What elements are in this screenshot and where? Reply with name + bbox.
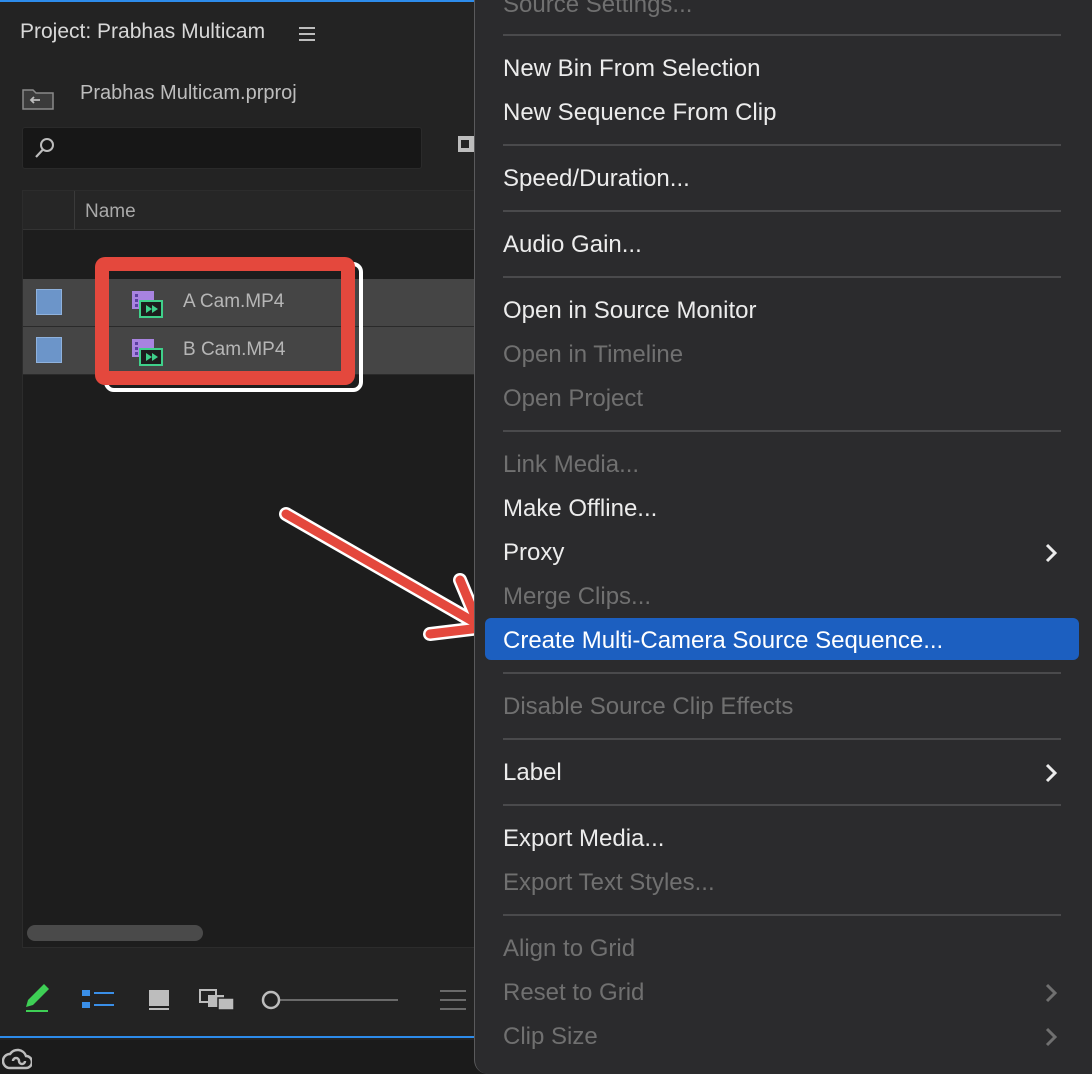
label-color-chip [36, 337, 62, 363]
menu-item-open-in-timeline[interactable]: Open in Timeline [503, 335, 683, 375]
icon-view-icon[interactable] [148, 988, 170, 1012]
menu-item-merge-clips[interactable]: Merge Clips... [503, 577, 651, 617]
search-input[interactable] [22, 127, 422, 169]
freeform-view-icon[interactable] [199, 988, 237, 1012]
menu-separator [503, 804, 1061, 806]
panel-focus-line [0, 1036, 480, 1038]
menu-item-disable-source-clip-effects[interactable]: Disable Source Clip Effects [503, 687, 793, 727]
menu-item-export-media[interactable]: Export Media... [503, 819, 664, 859]
menu-separator [503, 144, 1061, 146]
panel-focus-line [0, 0, 480, 2]
chevron-right-icon [1045, 1027, 1058, 1047]
bin-name: Prabhas Multicam.prproj [80, 82, 297, 104]
menu-item-export-text-styles[interactable]: Export Text Styles... [503, 863, 715, 903]
pencil-icon[interactable] [22, 980, 52, 1014]
menu-separator [503, 276, 1061, 278]
menu-separator [503, 738, 1061, 740]
menu-separator [503, 914, 1061, 916]
menu-item-speed-duration[interactable]: Speed/Duration... [503, 159, 690, 199]
menu-item-source-settings[interactable]: Source Settings... [503, 0, 692, 25]
menu-item-open-project[interactable]: Open Project [503, 379, 643, 419]
context-menu: Source Settings... New Bin From Selectio… [474, 0, 1092, 1074]
menu-item-audio-gain[interactable]: Audio Gain... [503, 225, 642, 265]
panel-title[interactable]: Project: Prabhas Multicam [20, 20, 265, 44]
menu-separator [503, 210, 1061, 212]
zoom-slider[interactable] [260, 988, 400, 1012]
creative-cloud-icon[interactable] [2, 1046, 32, 1072]
hamburger-icon[interactable] [299, 27, 315, 41]
menu-separator [503, 430, 1061, 432]
chevron-right-icon [1045, 763, 1058, 783]
menu-item-open-in-source-monitor[interactable]: Open in Source Monitor [503, 291, 756, 331]
menu-item-link-media[interactable]: Link Media... [503, 445, 639, 485]
list-header: Name [23, 191, 481, 230]
chevron-right-icon [1045, 983, 1058, 1003]
bin-icon[interactable] [22, 86, 54, 110]
column-separator [74, 191, 75, 229]
menu-item-align-to-grid[interactable]: Align to Grid [503, 929, 635, 969]
sort-icon[interactable] [440, 988, 470, 1012]
new-bin-icon[interactable] [456, 133, 474, 155]
menu-item-clip-size[interactable]: Clip Size [503, 1017, 598, 1057]
panel-toolbar [22, 980, 480, 1020]
menu-separator [503, 34, 1061, 36]
column-header-name[interactable]: Name [85, 201, 136, 223]
label-color-chip [36, 289, 62, 315]
menu-separator [503, 672, 1061, 674]
menu-item-new-sequence-from-clip[interactable]: New Sequence From Clip [503, 93, 776, 133]
menu-item-new-bin-from-selection[interactable]: New Bin From Selection [503, 49, 760, 89]
list-view-icon[interactable] [82, 988, 116, 1012]
menu-item-proxy[interactable]: Proxy [503, 533, 564, 573]
horizontal-scrollbar[interactable] [27, 925, 203, 941]
annotation-highlight-box [95, 257, 355, 385]
menu-item-reset-to-grid[interactable]: Reset to Grid [503, 973, 644, 1013]
menu-item-make-offline[interactable]: Make Offline... [503, 489, 657, 529]
menu-item-create-multi-camera-source-sequence[interactable]: Create Multi-Camera Source Sequence... [503, 621, 943, 661]
chevron-right-icon [1045, 543, 1058, 563]
search-icon [35, 138, 54, 158]
menu-item-label[interactable]: Label [503, 753, 562, 793]
